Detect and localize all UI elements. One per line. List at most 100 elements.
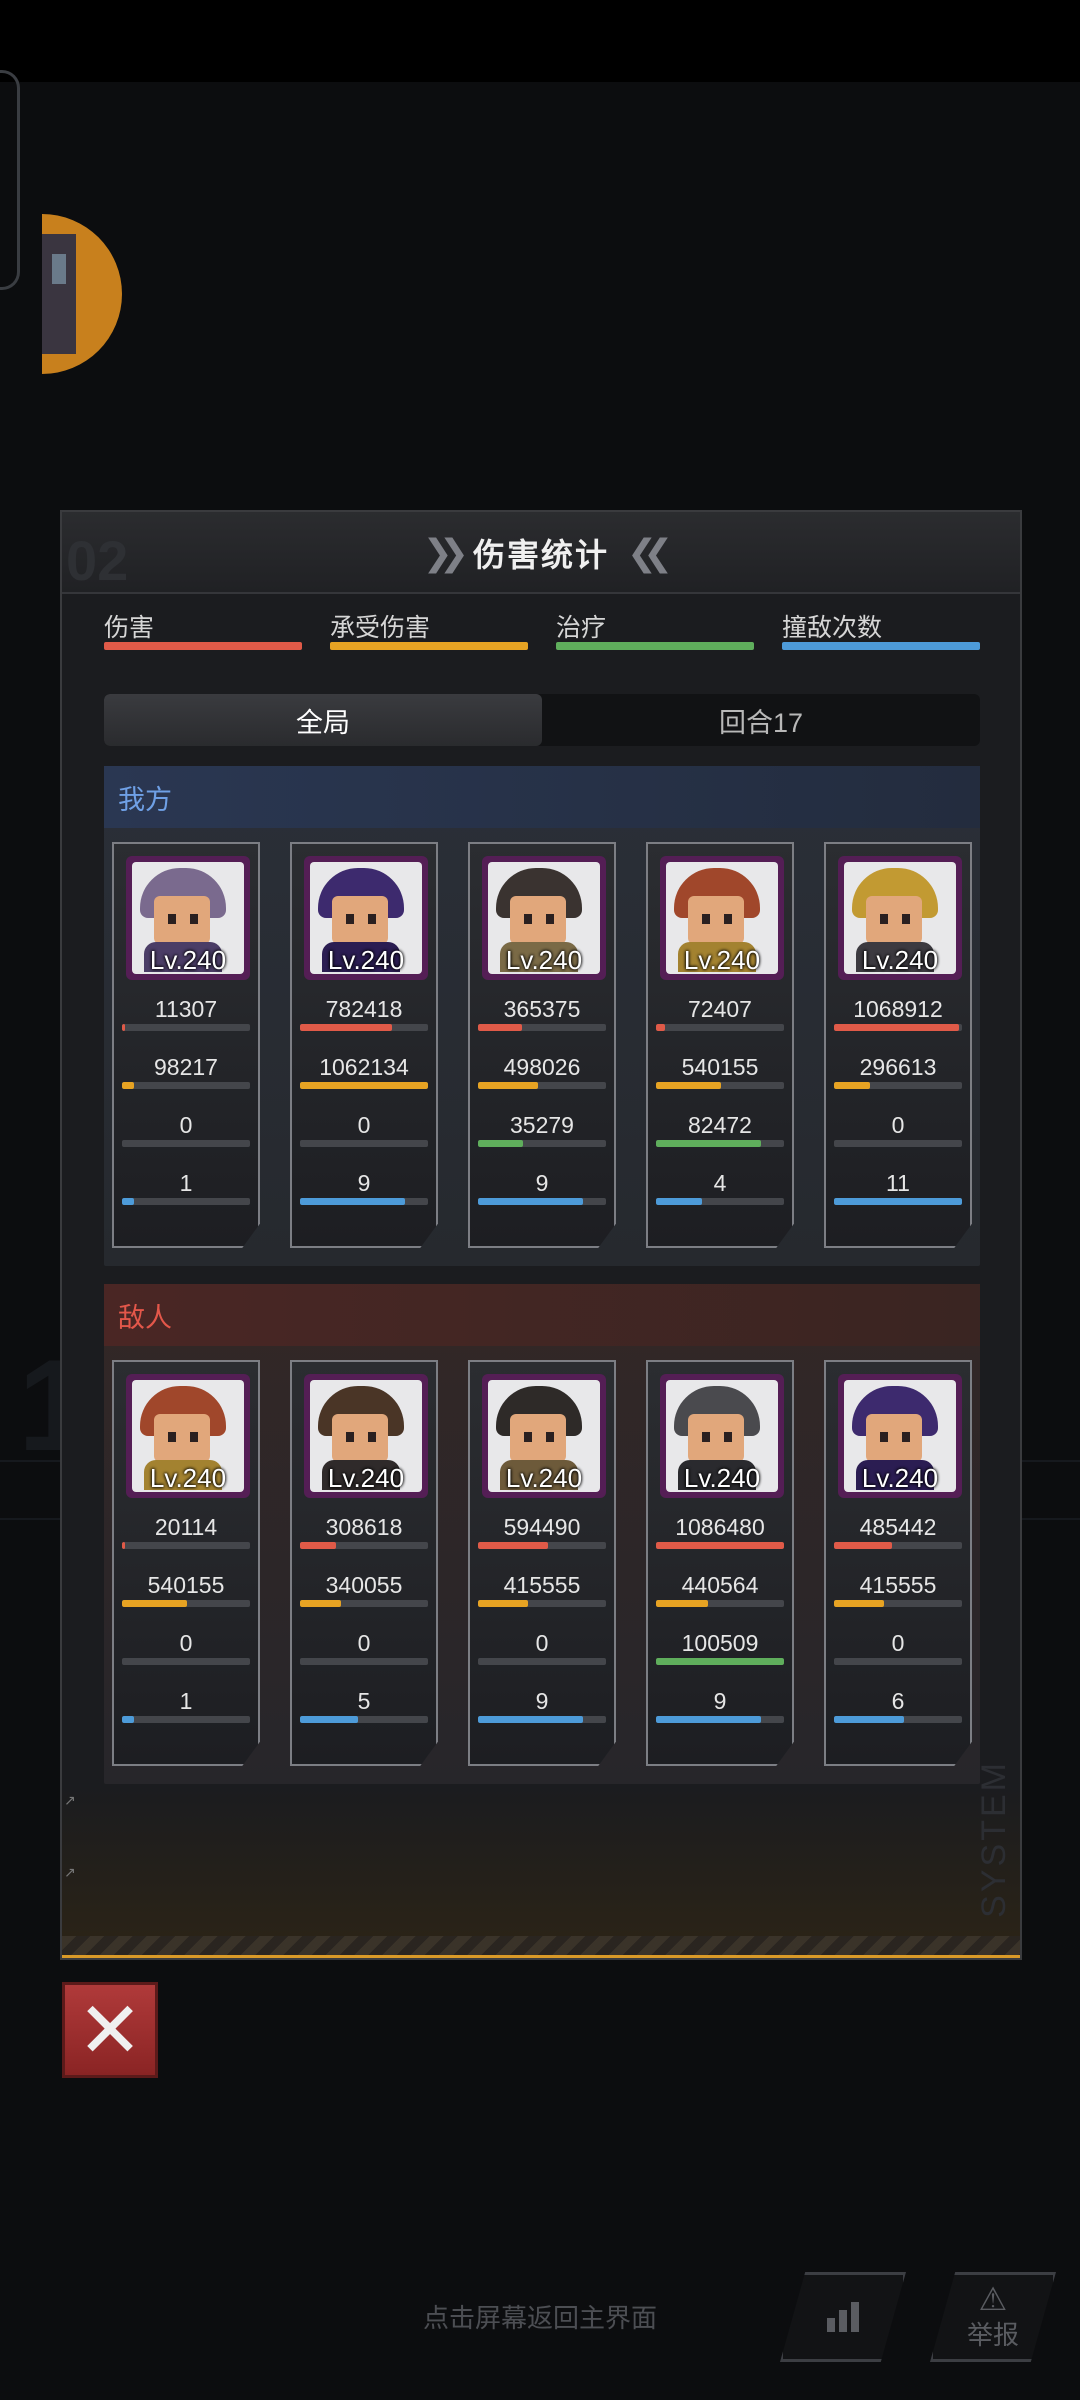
stat-bar-track <box>122 1542 250 1549</box>
stat-bar-fill <box>656 1658 784 1665</box>
unit-portrait: Lv.240 <box>126 856 250 980</box>
stat-bar-fill <box>122 1024 125 1031</box>
legend-label: 撞敌次数 <box>782 614 883 642</box>
stat-bar-fill <box>834 1600 884 1607</box>
stat-bar-track <box>834 1140 962 1147</box>
unit-card[interactable]: Lv.240 11307 98217 0 1 <box>112 842 260 1248</box>
unit-card[interactable]: Lv.240 308618 340055 0 5 <box>290 1360 438 1766</box>
tab-round-17[interactable]: 回合17 <box>542 694 980 746</box>
stat-bar-track <box>122 1716 250 1723</box>
stat-bar-track <box>834 1716 962 1723</box>
stat-bar-fill <box>478 1716 583 1723</box>
stat-value: 1068912 <box>853 996 943 1022</box>
hazard-stripe <box>62 1936 1020 1958</box>
unit-portrait: Lv.240 <box>660 856 784 980</box>
stat-heal: 82472 <box>648 1112 792 1147</box>
stat-hits: 5 <box>292 1688 436 1723</box>
stat-bar-fill <box>122 1600 188 1607</box>
stat-bar-track <box>478 1600 606 1607</box>
stat-bar-fill <box>656 1198 703 1205</box>
stat-heal: 0 <box>826 1112 970 1147</box>
unit-card[interactable]: Lv.240 485442 415555 0 6 <box>824 1360 972 1766</box>
stat-value: 9 <box>535 1688 549 1714</box>
stat-damage: 72407 <box>648 996 792 1031</box>
stat-bar-track <box>656 1082 784 1089</box>
stat-hits: 9 <box>648 1688 792 1723</box>
stats-button[interactable] <box>780 2272 906 2362</box>
ally-section: 我方 Lv.240 11307 98217 0 1 Lv.240 782418 1062134… <box>104 766 980 1266</box>
stat-damage: 365375 <box>470 996 614 1031</box>
stat-bar-track <box>122 1140 250 1147</box>
stat-hits: 9 <box>470 1170 614 1205</box>
chevron-right-icon: ❯❯ <box>422 532 469 573</box>
stat-value: 72407 <box>688 996 752 1022</box>
legend-label: 治疗 <box>556 614 607 642</box>
unit-card[interactable]: Lv.240 594490 415555 0 9 <box>468 1360 616 1766</box>
report-label: 举报 <box>966 2319 1019 2350</box>
system-watermark: SYSTEM <box>975 1760 1013 1918</box>
stat-heal: 0 <box>114 1112 258 1147</box>
stat-bar-fill <box>122 1716 134 1723</box>
stat-heal: 100509 <box>648 1630 792 1665</box>
unit-card[interactable]: Lv.240 72407 540155 82472 4 <box>646 842 794 1248</box>
panel-title: 伤害统计 <box>472 537 609 573</box>
stat-bar-fill <box>478 1198 583 1205</box>
stat-bar-fill <box>656 1600 709 1607</box>
player-avatar[interactable] <box>42 214 122 374</box>
stat-bar-fill <box>834 1716 905 1723</box>
stat-bar-fill <box>656 1716 761 1723</box>
bar-chart-icon <box>827 2302 859 2332</box>
stat-bar-fill <box>478 1600 528 1607</box>
unit-level: Lv.240 <box>683 1463 761 1493</box>
panel-header: 02 ❯❯ 伤害统计 ❮❮ <box>62 512 1020 594</box>
damage-stats-panel: 02 ❯❯ 伤害统计 ❮❮ 伤害 承受伤害 治疗 撞敌次数 全局 回合17 我方… <box>60 510 1022 1960</box>
stat-hits: 11 <box>826 1170 970 1205</box>
stat-bar-track <box>656 1198 784 1205</box>
corner-arrow-icon: ↗ <box>64 1792 76 1808</box>
unit-card[interactable]: Lv.240 1068912 296613 0 11 <box>824 842 972 1248</box>
stat-bar-track <box>478 1542 606 1549</box>
stat-value: 340055 <box>325 1572 403 1598</box>
stat-bar-track <box>122 1658 250 1665</box>
unit-card[interactable]: Lv.240 365375 498026 35279 9 <box>468 842 616 1248</box>
scope-tabs: 全局 回合17 <box>104 694 980 746</box>
stat-bar-track <box>300 1082 428 1089</box>
stat-damage: 11307 <box>114 996 258 1031</box>
stat-bar-fill <box>478 1140 523 1147</box>
stat-bar-track <box>656 1140 784 1147</box>
stat-bar-fill <box>834 1024 960 1031</box>
stat-value: 0 <box>535 1630 549 1656</box>
stat-bar-track <box>122 1024 250 1031</box>
unit-card[interactable]: Lv.240 782418 1062134 0 9 <box>290 842 438 1248</box>
stat-bar-track <box>478 1082 606 1089</box>
stat-hits: 1 <box>114 1688 258 1723</box>
stat-value: 4 <box>713 1170 727 1196</box>
panel-footer: ↗ ↗ SYSTEM <box>62 1760 1020 1958</box>
stat-bar-track <box>834 1658 962 1665</box>
stat-value: 415555 <box>859 1572 937 1598</box>
unit-card[interactable]: Lv.240 20114 540155 0 1 <box>112 1360 260 1766</box>
unit-card[interactable]: Lv.240 1086480 440564 100509 9 <box>646 1360 794 1766</box>
unit-level: Lv.240 <box>861 945 939 975</box>
stat-value: 415555 <box>503 1572 581 1598</box>
stat-taken: 498026 <box>470 1054 614 1089</box>
legend-damage: 伤害 <box>104 608 302 650</box>
unit-portrait: Lv.240 <box>838 856 962 980</box>
stat-value: 540155 <box>681 1054 759 1080</box>
stat-bar-track <box>122 1600 250 1607</box>
tab-overall[interactable]: 全局 <box>104 694 542 746</box>
stat-taken: 440564 <box>648 1572 792 1607</box>
legend-collisions: 撞敌次数 <box>782 608 980 650</box>
stat-value: 485442 <box>859 1514 937 1540</box>
unit-level: Lv.240 <box>327 945 405 975</box>
stat-value: 0 <box>357 1630 371 1656</box>
close-button[interactable]: ✕ <box>62 1982 158 2078</box>
stat-bar-track <box>656 1600 784 1607</box>
stat-hits: 9 <box>470 1688 614 1723</box>
stat-taken: 296613 <box>826 1054 970 1089</box>
stat-bar-track <box>834 1198 962 1205</box>
stat-hits: 4 <box>648 1170 792 1205</box>
stat-bar-track <box>300 1716 428 1723</box>
report-button[interactable]: ⚠ 举报 <box>930 2272 1056 2362</box>
return-hint[interactable]: 点击屏幕返回主界面 <box>0 2298 1080 2335</box>
